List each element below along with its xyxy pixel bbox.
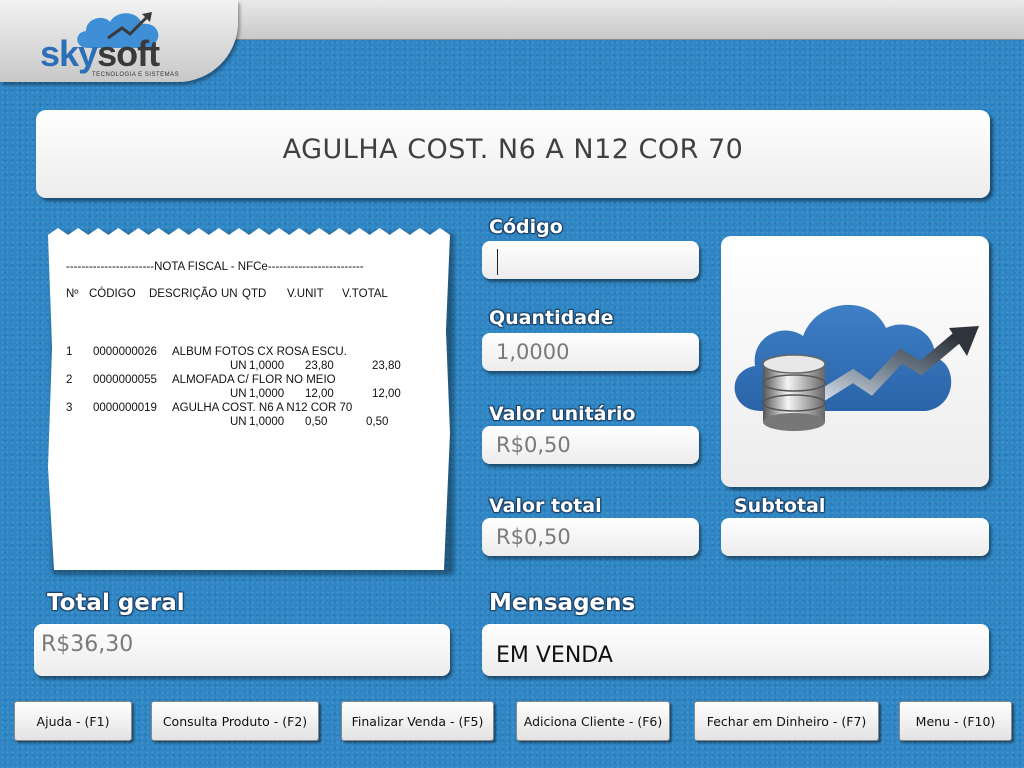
cloud-database-chart-icon bbox=[734, 304, 979, 431]
receipt-item-unit: 0,50 bbox=[305, 416, 328, 428]
valor-total-value: R$0,50 bbox=[496, 525, 571, 549]
brand-name-sky: sky bbox=[40, 33, 98, 74]
quantidade-input[interactable]: 1,0000 bbox=[482, 333, 699, 371]
brand-logo: skysoft bbox=[40, 36, 190, 72]
valor-total-input[interactable]: R$0,50 bbox=[482, 518, 699, 556]
receipt-item-unit: 23,80 bbox=[305, 360, 334, 372]
quantidade-value: 1,0000 bbox=[496, 340, 570, 364]
text-cursor bbox=[497, 249, 498, 275]
logo-box bbox=[721, 236, 989, 487]
subtotal-label: Subtotal bbox=[734, 495, 826, 517]
mensagens-display: EM VENDA bbox=[482, 624, 989, 676]
receipt-item-total: 12,00 bbox=[372, 388, 401, 400]
receipt-item-code: 0000000019 bbox=[93, 402, 157, 414]
subtotal-input[interactable] bbox=[721, 518, 989, 556]
receipt-item-qty: 1,0000 bbox=[249, 416, 285, 428]
receipt-col-qtd: QTD bbox=[242, 288, 267, 300]
receipt-col-un: UN bbox=[221, 288, 238, 300]
receipt: -----------------------NOTA FISCAL - NFC… bbox=[48, 228, 450, 570]
receipt-item-total: 0,50 bbox=[366, 416, 389, 428]
valor-total-label: Valor total bbox=[489, 495, 602, 517]
receipt-item-qty: 1,0000 bbox=[249, 360, 285, 372]
receipt-col-code: CÓDIGO bbox=[89, 288, 136, 300]
receipt-item-desc: AGULHA COST. N6 A N12 COR 70 bbox=[172, 402, 353, 414]
total-geral-label: Total geral bbox=[47, 590, 185, 616]
receipt-item-qty: 1,0000 bbox=[249, 388, 285, 400]
receipt-header: -----------------------NOTA FISCAL - NFC… bbox=[66, 261, 364, 273]
receipt-item-un: UN bbox=[230, 416, 247, 428]
receipt-item-number: 1 bbox=[66, 346, 73, 358]
total-geral-input[interactable]: R$36,30 bbox=[34, 624, 450, 676]
mensagens-label: Mensagens bbox=[489, 590, 636, 616]
menu-button[interactable]: Menu - (F10) bbox=[899, 701, 1012, 741]
receipt-item-number: 3 bbox=[66, 402, 73, 414]
brand-name-soft: soft bbox=[97, 33, 160, 74]
receipt-item-total: 23,80 bbox=[372, 360, 401, 372]
consulta-produto-button[interactable]: Consulta Produto - (F2) bbox=[151, 701, 319, 741]
mensagens-value: EM VENDA bbox=[496, 642, 613, 668]
receipt-item-desc: ALMOFADA C/ FLOR NO MEIO bbox=[172, 374, 336, 386]
quantidade-label: Quantidade bbox=[489, 307, 614, 329]
valor-unitario-label: Valor unitário bbox=[489, 403, 636, 425]
receipt-item-un: UN bbox=[230, 360, 247, 372]
receipt-item-un: UN bbox=[230, 388, 247, 400]
receipt-item-number: 2 bbox=[66, 374, 73, 386]
brand-tagline: TECNOLOGIA E SISTEMAS bbox=[92, 72, 180, 78]
receipt-item-unit: 12,00 bbox=[305, 388, 334, 400]
fechar-em-dinheiro-button[interactable]: Fechar em Dinheiro - (F7) bbox=[694, 701, 879, 741]
adiciona-cliente-button[interactable]: Adiciona Cliente - (F6) bbox=[516, 701, 670, 741]
valor-unitario-input[interactable]: R$0,50 bbox=[482, 426, 699, 464]
product-name: AGULHA COST. N6 A N12 COR 70 bbox=[282, 133, 744, 165]
total-geral-value: R$36,30 bbox=[41, 632, 134, 657]
receipt-item-code: 0000000055 bbox=[93, 374, 157, 386]
receipt-col-n: Nº bbox=[66, 288, 79, 300]
finalizar-venda-button[interactable]: Finalizar Venda - (F5) bbox=[341, 701, 494, 741]
codigo-label: Código bbox=[489, 216, 563, 238]
codigo-input[interactable] bbox=[482, 241, 699, 279]
valor-unitario-value: R$0,50 bbox=[496, 433, 571, 457]
receipt-item-desc: ALBUM FOTOS CX ROSA ESCU. bbox=[172, 346, 347, 358]
receipt-col-desc: DESCRIÇÃO bbox=[149, 288, 218, 300]
ajuda-button[interactable]: Ajuda - (F1) bbox=[14, 701, 132, 741]
receipt-col-vunit: V.UNIT bbox=[287, 288, 324, 300]
receipt-col-vtotal: V.TOTAL bbox=[342, 288, 388, 300]
receipt-item-code: 0000000026 bbox=[93, 346, 157, 358]
